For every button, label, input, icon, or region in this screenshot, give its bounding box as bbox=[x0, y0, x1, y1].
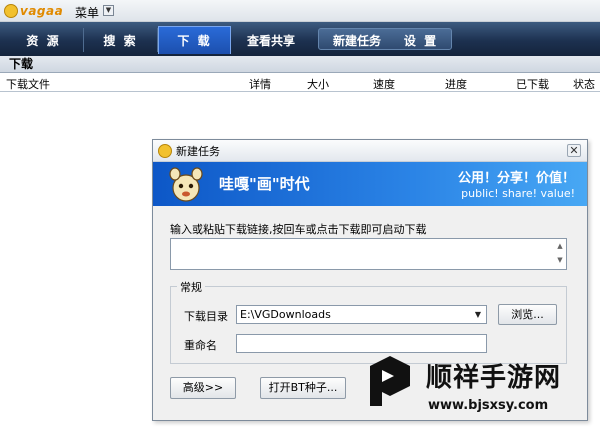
general-group-legend: 常规 bbox=[177, 279, 205, 295]
main-nav: 资 源 搜 索 下 载 查看共享 新建任务 设 置 bbox=[0, 22, 600, 56]
advanced-button[interactable]: 高级>> bbox=[170, 377, 236, 399]
col-file[interactable]: 下载文件 bbox=[6, 76, 50, 92]
dialog-title: 新建任务 bbox=[176, 144, 220, 158]
chevron-down-icon[interactable]: ▼ bbox=[470, 306, 486, 323]
browse-button[interactable]: 浏览... bbox=[498, 304, 557, 325]
banner-slogan: 哇嘎"画"时代 bbox=[219, 175, 310, 193]
vagaa-mascot-icon bbox=[4, 4, 18, 18]
banner-tagline-en: public! share! value! bbox=[461, 187, 575, 200]
site-watermark: 顺祥手游网 www.bjsxsy.com bbox=[360, 350, 600, 434]
col-details[interactable]: 详情 bbox=[249, 76, 271, 92]
watermark-site-name: 顺祥手游网 bbox=[426, 363, 562, 393]
tab-resources[interactable]: 资 源 bbox=[4, 28, 84, 52]
close-icon[interactable]: ✕ bbox=[567, 144, 581, 157]
mascot-icon bbox=[169, 167, 203, 202]
tab-search[interactable]: 搜 索 bbox=[84, 28, 158, 52]
dialog-banner: 哇嘎"画"时代 公用！分享！价值！ public! share! value! bbox=[153, 162, 587, 206]
download-dir-select[interactable]: E:\VGDownloads ▼ bbox=[236, 305, 487, 324]
scroll-up-icon[interactable]: ▲ bbox=[554, 239, 566, 253]
app-logo-text: vagaa bbox=[20, 4, 64, 18]
new-task-button[interactable]: 新建任务 bbox=[323, 29, 391, 51]
download-table-header: 下载文件 详情 大小 速度 进度 已下载 状态 bbox=[0, 74, 600, 92]
vagaa-app-icon bbox=[158, 143, 172, 158]
link-input-scrollbar[interactable]: ▲ ▼ bbox=[554, 239, 566, 269]
settings-button[interactable]: 设 置 bbox=[393, 29, 449, 51]
banner-tagline: 公用！分享！价值！ public! share! value! bbox=[458, 167, 575, 200]
menu-dropdown-icon[interactable]: ▼ bbox=[103, 5, 114, 16]
col-progress[interactable]: 进度 bbox=[445, 76, 467, 92]
col-downloaded[interactable]: 已下载 bbox=[516, 76, 549, 92]
app-logo: vagaa bbox=[4, 2, 63, 20]
scroll-down-icon[interactable]: ▼ bbox=[554, 253, 566, 267]
watermark-logo-icon bbox=[370, 356, 410, 406]
menu-button[interactable]: 菜单 bbox=[75, 4, 99, 21]
banner-tagline-cn: 公用！分享！价值！ bbox=[457, 171, 575, 186]
rename-label: 重命名 bbox=[184, 339, 217, 352]
download-link-input[interactable]: ▲ ▼ bbox=[170, 238, 567, 270]
col-speed[interactable]: 速度 bbox=[373, 76, 395, 92]
section-title: 下载 bbox=[0, 56, 600, 73]
dialog-title-bar[interactable]: 新建任务 bbox=[153, 140, 587, 162]
download-dir-label: 下载目录 bbox=[184, 310, 228, 323]
tab-download[interactable]: 下 载 bbox=[158, 26, 231, 54]
watermark-url: www.bjsxsy.com bbox=[428, 398, 549, 413]
download-dir-value: E:\VGDownloads bbox=[240, 308, 331, 321]
link-hint: 输入或粘贴下载链接,按回车或点击下载即可启动下载 bbox=[170, 223, 427, 236]
open-bt-torrent-button[interactable]: 打开BT种子... bbox=[260, 377, 346, 399]
tab-view-shares[interactable]: 查看共享 bbox=[234, 28, 308, 52]
nav-action-group: 新建任务 设 置 bbox=[318, 28, 452, 50]
col-status[interactable]: 状态 bbox=[573, 76, 595, 92]
title-bar: vagaa 菜单 ▼ bbox=[0, 0, 600, 22]
col-size[interactable]: 大小 bbox=[307, 76, 329, 92]
